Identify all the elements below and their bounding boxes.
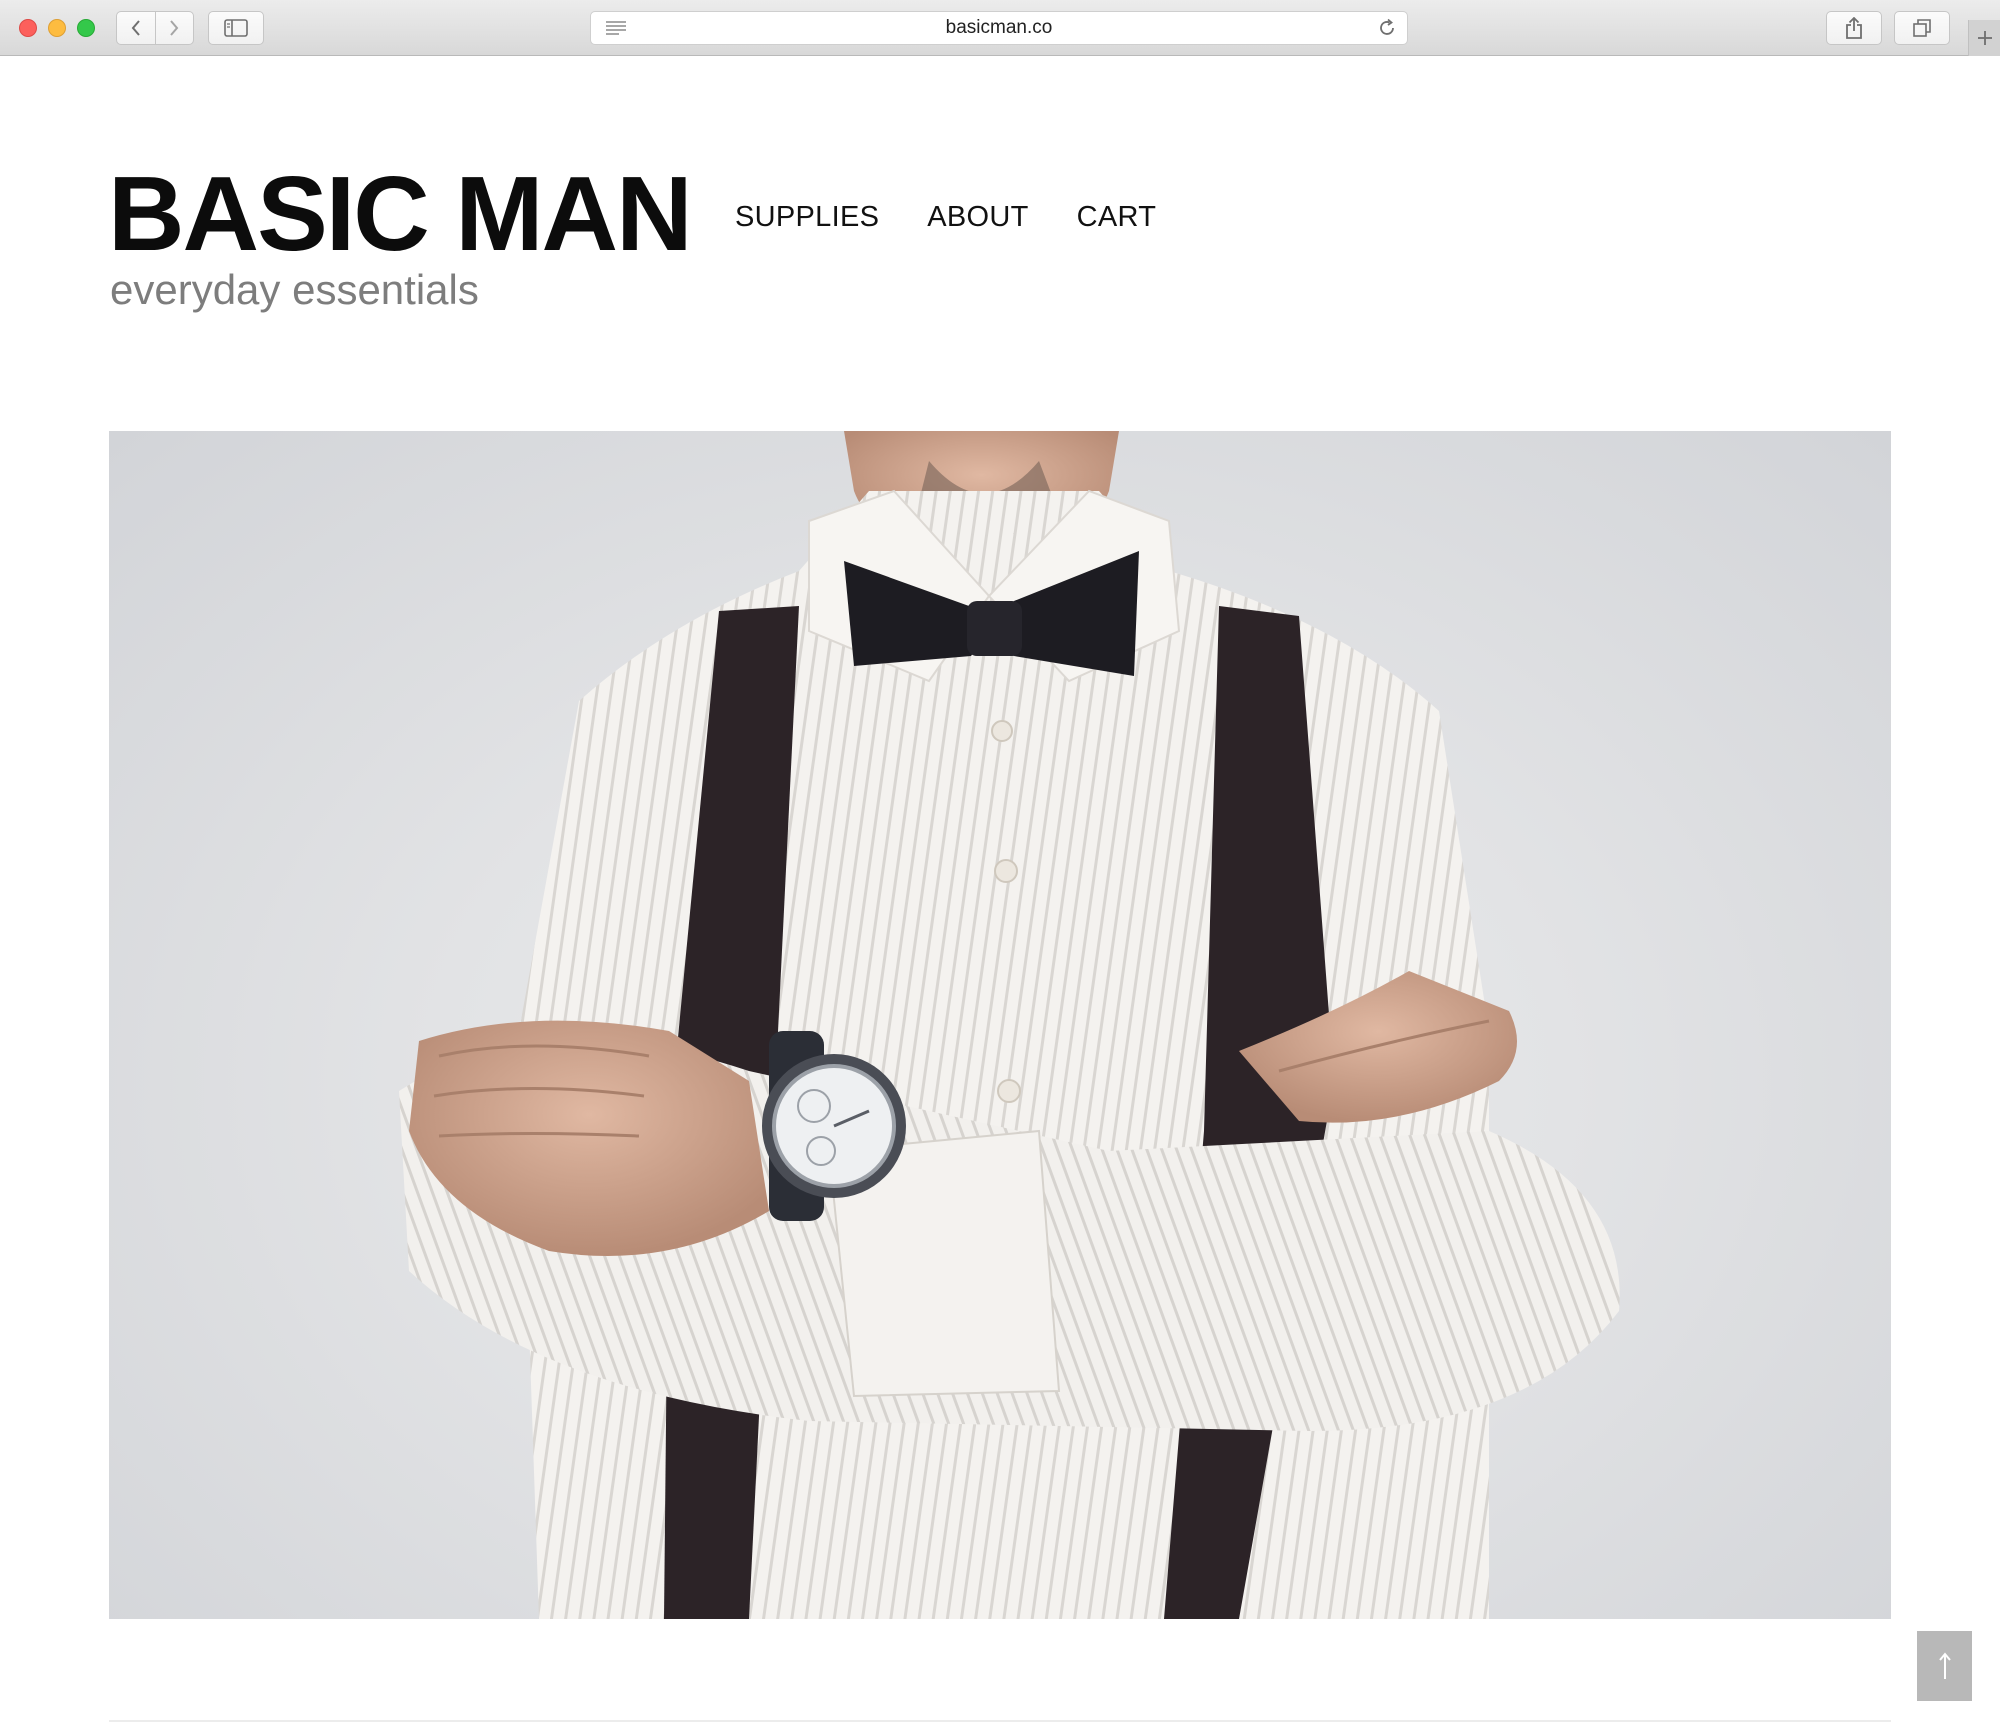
reload-icon[interactable]	[1377, 18, 1397, 43]
content-divider	[109, 1720, 1891, 1722]
share-button[interactable]	[1826, 11, 1882, 45]
browser-window: basicman.co BASIC MAN everyday essential…	[0, 0, 2000, 1728]
minimize-window-button[interactable]	[48, 19, 66, 37]
nav-link-supplies[interactable]: SUPPLIES	[735, 201, 879, 234]
show-tabs-button[interactable]	[1894, 11, 1950, 45]
nav-link-about[interactable]: ABOUT	[927, 201, 1028, 234]
url-text[interactable]: basicman.co	[591, 12, 1407, 44]
browser-toolbar: basicman.co	[0, 0, 2000, 56]
forward-button[interactable]	[155, 12, 193, 44]
zoom-window-button[interactable]	[77, 19, 95, 37]
nav-link-cart[interactable]: CART	[1077, 201, 1157, 234]
share-icon	[1846, 17, 1862, 39]
back-to-top-button[interactable]	[1917, 1631, 1972, 1701]
tabs-overview-icon	[1913, 19, 1931, 37]
chevron-left-icon	[131, 20, 140, 36]
hero-illustration	[399, 431, 1620, 1619]
sidebar-icon	[224, 19, 248, 37]
back-button[interactable]	[117, 12, 155, 44]
site-tagline: everyday essentials	[110, 266, 479, 313]
main-nav: SUPPLIES ABOUT CART	[735, 201, 1156, 234]
plus-icon	[1978, 31, 1992, 45]
close-window-button[interactable]	[19, 19, 37, 37]
page-content: BASIC MAN everyday essentials SUPPLIES A…	[0, 57, 2000, 1728]
new-tab-button[interactable]	[1968, 20, 2000, 56]
hero-image	[109, 431, 1891, 1619]
history-nav-group	[116, 11, 194, 45]
sidebar-toggle-button[interactable]	[208, 11, 264, 45]
address-bar[interactable]: basicman.co	[590, 11, 1408, 45]
arrow-up-icon	[1938, 1652, 1951, 1679]
site-title[interactable]: BASIC MAN	[108, 161, 693, 267]
chevron-right-icon	[170, 20, 179, 36]
